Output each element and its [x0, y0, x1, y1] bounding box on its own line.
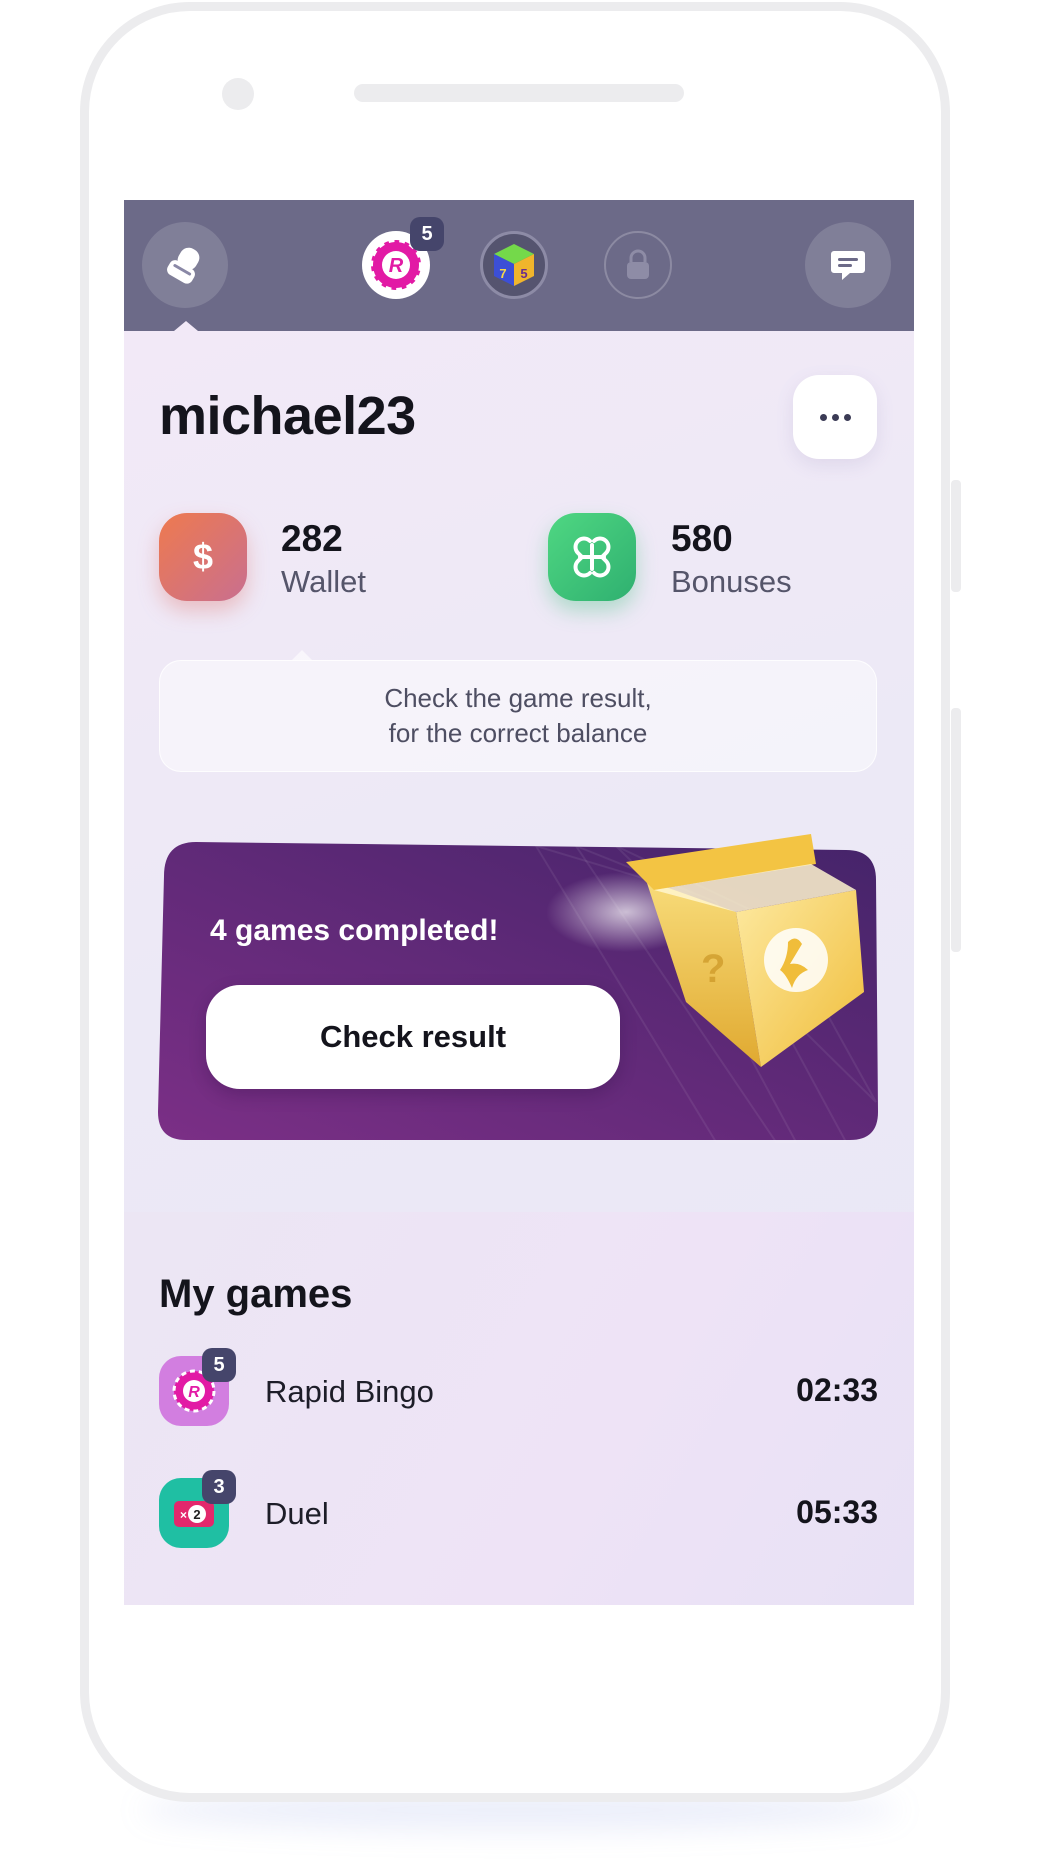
bonuses-icon-tile [548, 513, 636, 601]
more-options-button[interactable] [793, 375, 877, 459]
promo-title: 4 games completed! [210, 914, 499, 947]
svg-text:5: 5 [520, 266, 527, 281]
svg-text:R: R [389, 255, 404, 277]
lock-icon [627, 249, 649, 279]
svg-text:R: R [188, 1384, 200, 1401]
game-time: 05:33 [796, 1494, 878, 1530]
app-screen: R 5 7 5 michael23 $ 282 Wallet 580 Bonus… [124, 200, 914, 1605]
game-row-duel[interactable]: × 2 3 Duel 05:33 [124, 1470, 914, 1558]
user-icon [167, 247, 200, 284]
cube-game-icon: 7 5 [494, 244, 534, 286]
wallet-icon-tile: $ [159, 513, 247, 601]
svg-text:?: ? [701, 947, 725, 991]
bonuses-value: 580 [671, 518, 733, 559]
game-name: Duel [265, 1496, 329, 1531]
tab-lotto-cube[interactable]: 7 5 [480, 231, 548, 299]
hint-pointer [292, 650, 312, 660]
svg-text:7: 7 [499, 266, 506, 281]
phone-side-button-bottom [951, 708, 961, 952]
box-logo-icon [764, 928, 828, 992]
chat-button[interactable] [805, 222, 891, 308]
tab-rapid-bingo-badge: 5 [410, 217, 444, 251]
wallet-value: 282 [281, 518, 343, 559]
top-bar: R 5 7 5 [124, 200, 914, 331]
bonus-clover-icon [573, 536, 611, 578]
check-result-button[interactable]: Check result [206, 985, 620, 1089]
game-name: Rapid Bingo [265, 1374, 434, 1409]
phone-side-button-top [951, 480, 961, 592]
svg-text:2: 2 [193, 1507, 200, 1522]
game-badge: 5 [202, 1348, 236, 1382]
username: michael23 [159, 386, 416, 446]
dollar-icon: $ [192, 536, 214, 577]
game-time: 02:33 [796, 1372, 878, 1408]
more-dots-icon [819, 413, 851, 421]
game-row-rapid-bingo[interactable]: R 5 Rapid Bingo 02:33 [124, 1348, 914, 1436]
phone-speaker [354, 84, 684, 102]
hint-line-2: for the correct balance [388, 718, 648, 748]
tab-locked-game[interactable] [604, 231, 672, 299]
bonuses-label: Bonuses [671, 564, 792, 599]
wallet-label: Wallet [281, 564, 366, 599]
game-badge: 3 [202, 1470, 236, 1504]
my-games-title: My games [159, 1272, 353, 1316]
hint-line-1: Check the game result, [384, 683, 652, 713]
balance-hint: Check the game result, for the correct b… [159, 660, 877, 772]
svg-text:×: × [180, 1508, 187, 1522]
active-tab-pointer [174, 321, 198, 331]
chat-icon [831, 251, 865, 280]
profile-button[interactable] [142, 222, 228, 308]
phone-camera [222, 78, 254, 110]
